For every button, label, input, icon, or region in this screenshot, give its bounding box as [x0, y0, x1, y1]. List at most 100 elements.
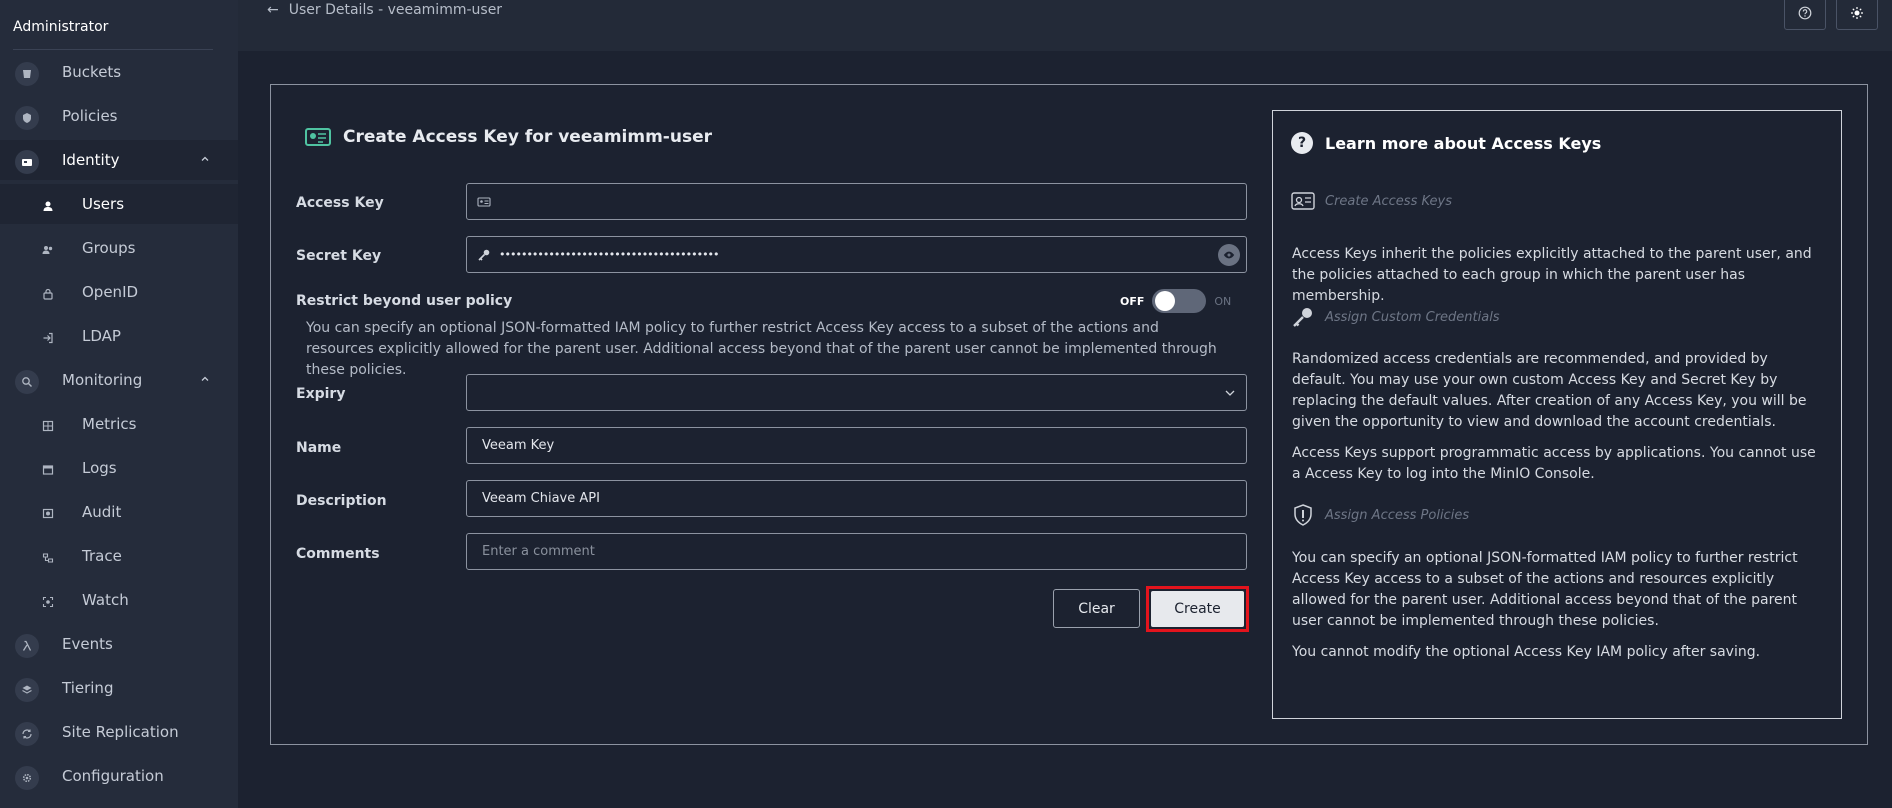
replication-icon — [15, 722, 39, 746]
sidebar-title: Administrator — [13, 19, 109, 35]
access-key-input[interactable] — [491, 184, 1246, 219]
back-link[interactable]: ← User Details - veeamimm-user — [267, 2, 502, 18]
sidebar-item-openid[interactable]: OpenID — [0, 272, 238, 312]
chevron-down-icon — [1225, 390, 1235, 396]
restrict-policy-toggle-row: OFF ON — [1120, 289, 1231, 313]
watch-icon — [36, 590, 60, 614]
sidebar-item-buckets[interactable]: Buckets — [0, 52, 238, 92]
sidebar-item-label: Policies — [62, 107, 118, 125]
sidebar-item-trace[interactable]: Trace — [0, 536, 238, 576]
sidebar-item-configuration[interactable]: Configuration — [0, 756, 238, 796]
bucket-icon — [15, 62, 39, 86]
id-card-icon — [477, 196, 491, 207]
secret-key-label: Secret Key — [296, 248, 382, 264]
access-key-field[interactable] — [466, 183, 1247, 220]
group-icon — [36, 238, 60, 262]
chevron-up-icon[interactable] — [200, 154, 210, 164]
name-label: Name — [296, 440, 342, 456]
help-header: ? Learn more about Access Keys — [1291, 132, 1601, 154]
sidebar-item-label: Tiering — [62, 679, 114, 697]
sidebar-item-logs[interactable]: Logs — [0, 448, 238, 488]
restrict-policy-switch[interactable] — [1152, 289, 1207, 313]
sidebar-item-policies[interactable]: Policies — [0, 96, 238, 136]
help-custom-heading-text: Assign Custom Credentials — [1325, 309, 1500, 325]
help-create-text: Access Keys inherit the policies explici… — [1292, 246, 1812, 304]
eye-icon — [1223, 251, 1235, 259]
help-custom-heading: Assign Custom Credentials — [1291, 306, 1500, 328]
clear-button[interactable]: Clear — [1053, 589, 1140, 628]
sidebar-item-label: Audit — [82, 503, 122, 521]
name-input[interactable] — [467, 428, 1246, 463]
sidebar-item-label: LDAP — [82, 327, 121, 345]
create-button[interactable]: Create — [1151, 591, 1244, 627]
help-custom-text: Randomized access credentials are recomm… — [1292, 351, 1807, 430]
sidebar-item-label: Monitoring — [62, 371, 143, 389]
back-arrow-icon: ← — [267, 2, 279, 18]
sidebar-item-label: Watch — [82, 591, 129, 609]
sidebar-item-metrics[interactable]: Metrics — [0, 404, 238, 444]
form-title: Create Access Key for veeamimm-user — [343, 127, 712, 147]
sidebar-item-label: Events — [62, 635, 113, 653]
question-icon: ? — [1291, 132, 1313, 154]
layers-icon — [15, 678, 39, 702]
sidebar-item-label: Site Replication — [62, 723, 179, 741]
toggle-on-label: ON — [1214, 294, 1232, 308]
sidebar-item-audit[interactable]: Audit — [0, 492, 238, 532]
sidebar-item-label: Groups — [82, 239, 136, 257]
theme-toggle-button[interactable] — [1836, 0, 1878, 30]
comments-field[interactable] — [466, 533, 1247, 570]
help-create-heading: Create Access Keys — [1291, 190, 1452, 212]
name-field[interactable] — [466, 427, 1247, 464]
help-policies-heading-text: Assign Access Policies — [1325, 507, 1470, 523]
create-button-highlight: Create — [1146, 586, 1249, 632]
chevron-up-icon[interactable] — [200, 374, 210, 384]
sidebar-item-site-replication[interactable]: Site Replication — [0, 712, 238, 752]
restrict-policy-label: Restrict beyond user policy — [296, 293, 513, 309]
secret-key-field[interactable] — [466, 236, 1247, 273]
help-circle-icon — [1798, 6, 1812, 20]
expiry-select[interactable] — [466, 374, 1247, 411]
access-key-label: Access Key — [296, 195, 384, 211]
description-input[interactable] — [467, 481, 1246, 516]
help-policies-heading: Assign Access Policies — [1291, 504, 1469, 526]
help-programmatic-text: Access Keys support programmatic access … — [1292, 445, 1816, 482]
lock-icon — [36, 282, 60, 306]
search-icon — [15, 370, 39, 394]
sidebar: Administrator Buckets Policies Identity … — [0, 0, 238, 808]
help-modify-text: You cannot modify the optional Access Ke… — [1292, 644, 1761, 660]
sidebar-item-label: Logs — [82, 459, 117, 477]
logs-icon — [36, 458, 60, 482]
help-policies-text: You can specify an optional JSON-formatt… — [1292, 550, 1798, 629]
sidebar-item-monitoring[interactable]: Monitoring — [0, 360, 238, 400]
sidebar-item-identity[interactable]: Identity — [0, 140, 238, 180]
page-title: User Details - veeamimm-user — [288, 2, 503, 18]
comments-input[interactable] — [467, 534, 1246, 569]
sidebar-item-ldap[interactable]: LDAP — [0, 316, 238, 356]
form-header: Create Access Key for veeamimm-user — [305, 126, 712, 148]
sidebar-item-watch[interactable]: Watch — [0, 580, 238, 620]
sidebar-item-users[interactable]: Users — [0, 184, 238, 224]
audit-icon — [36, 502, 60, 526]
help-button[interactable] — [1784, 0, 1826, 30]
expiry-label: Expiry — [296, 386, 346, 402]
secret-key-input[interactable] — [491, 237, 1246, 272]
shield-icon — [1294, 504, 1312, 526]
description-field[interactable] — [466, 480, 1247, 517]
restrict-policy-description: You can specify an optional JSON-formatt… — [306, 320, 1217, 378]
comments-label: Comments — [296, 546, 380, 562]
metrics-icon — [36, 414, 60, 438]
show-password-button[interactable] — [1218, 244, 1240, 266]
key-icon — [1293, 308, 1312, 327]
sidebar-item-label: Metrics — [82, 415, 137, 433]
description-label: Description — [296, 493, 387, 509]
sidebar-item-groups[interactable]: Groups — [0, 228, 238, 268]
expiry-input[interactable] — [467, 375, 1246, 410]
lambda-icon — [15, 634, 39, 658]
sidebar-item-events[interactable]: Events — [0, 624, 238, 664]
sidebar-item-label: Trace — [82, 547, 122, 565]
access-key-icon — [305, 128, 331, 146]
help-title: Learn more about Access Keys — [1325, 133, 1602, 153]
sidebar-item-tiering[interactable]: Tiering — [0, 668, 238, 708]
key-icon — [478, 249, 490, 261]
sidebar-divider — [13, 49, 213, 50]
